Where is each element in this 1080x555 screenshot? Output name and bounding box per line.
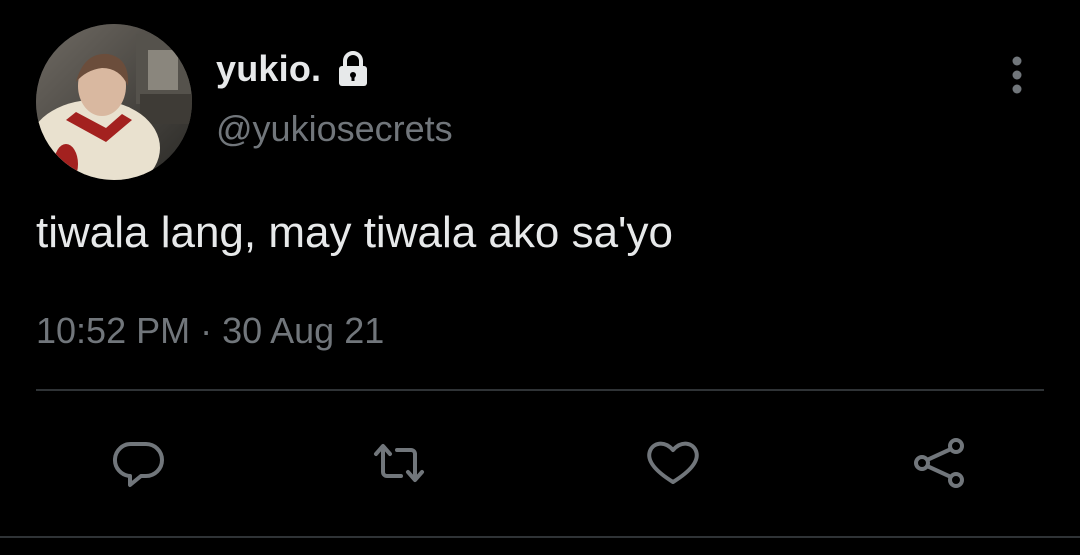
tweet-card: yukio. @yukiosecrets tiwala lang, may ti…: [0, 0, 1080, 555]
user-handle[interactable]: @yukiosecrets: [216, 108, 453, 150]
tweet-text: tiwala lang, may tiwala ako sa'yo: [36, 208, 673, 257]
display-name[interactable]: yukio.: [216, 48, 321, 90]
reply-button[interactable]: [108, 432, 170, 494]
retweet-arrows-icon: [374, 444, 424, 482]
retweet-button[interactable]: [368, 432, 430, 494]
heart-outline-icon: [647, 441, 699, 484]
tweet-timestamp[interactable]: 10:52 PM · 30 Aug 21: [36, 310, 384, 352]
share-button[interactable]: [908, 432, 970, 494]
like-button[interactable]: [642, 432, 704, 494]
divider: [36, 389, 1044, 391]
avatar[interactable]: [36, 24, 192, 180]
speech-bubble-icon: [113, 441, 164, 487]
author-name-row: yukio.: [216, 44, 373, 94]
vertical-ellipsis-icon[interactable]: [1000, 52, 1034, 98]
lock-icon: [333, 49, 373, 89]
avatar-photo: [36, 24, 192, 180]
share-nodes-icon: [914, 438, 964, 488]
bottom-divider: [0, 536, 1080, 538]
